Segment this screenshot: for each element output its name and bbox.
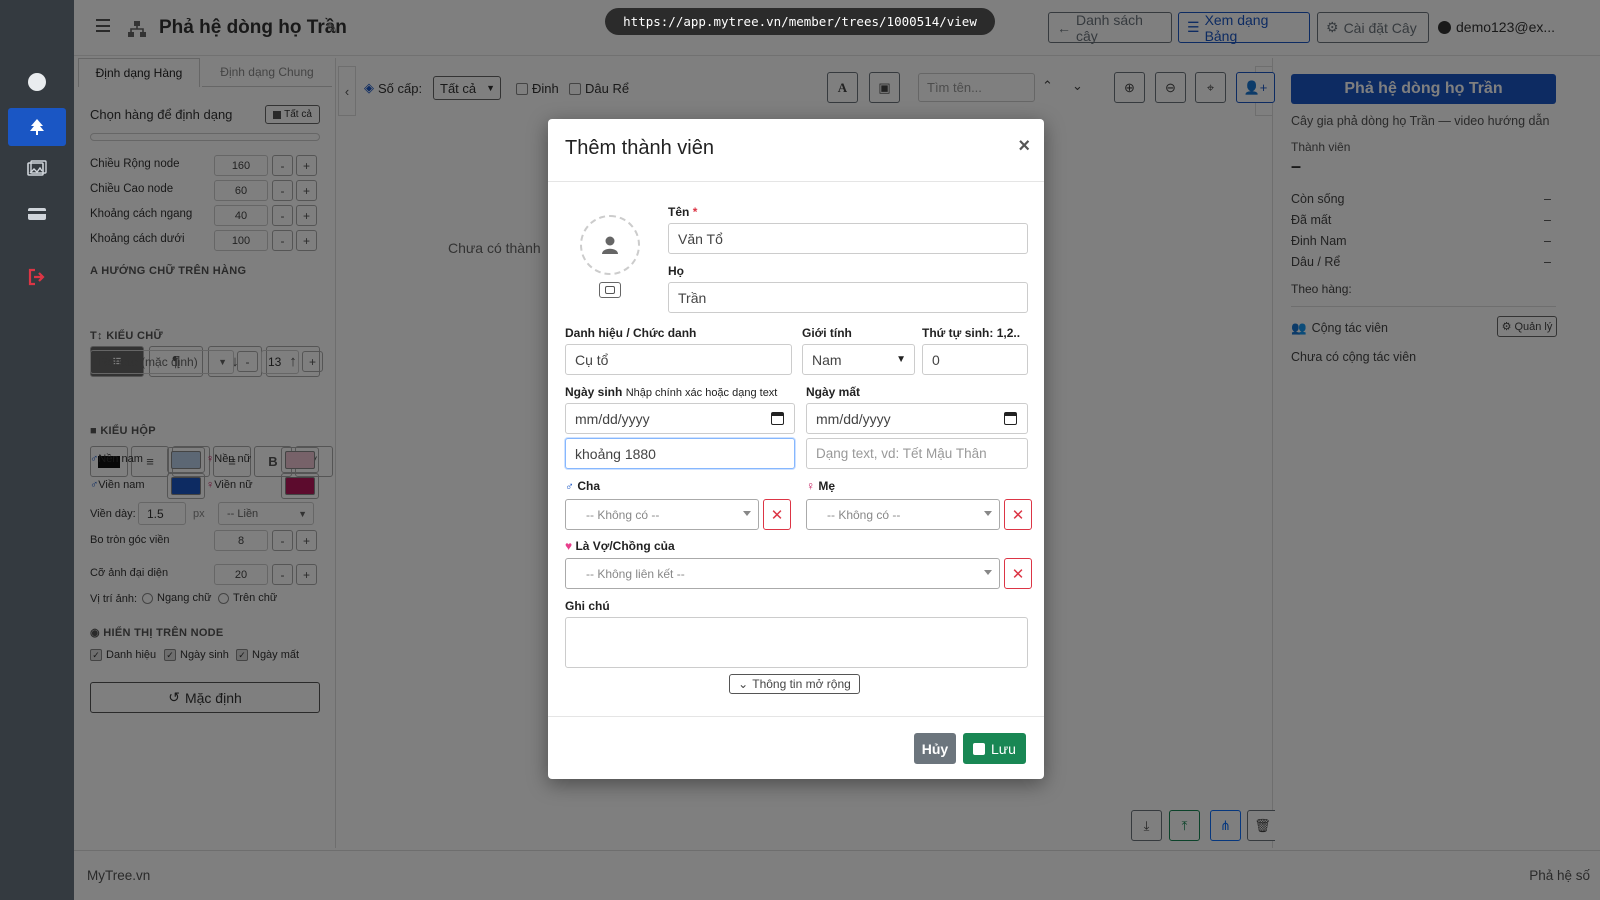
father-label: ♂ Cha [565,479,601,493]
clear-spouse-button[interactable]: ✕ [1004,558,1032,589]
last-name-label: Họ [668,264,684,278]
modal-title: Thêm thành viên [565,137,714,159]
url-bar: https://app.mytree.vn/member/trees/10005… [605,8,995,35]
death-label: Ngày mất [806,385,861,399]
modal-footer-divider [548,716,1044,717]
mother-select[interactable]: -- Không có -- [806,499,1000,530]
last-name-input[interactable]: Trần [668,282,1028,313]
order-label: Thứ tự sinh: 1,2.. [922,326,1021,340]
calendar-icon[interactable] [1004,412,1017,425]
title-input[interactable]: Cụ tổ [565,344,792,375]
first-name-input[interactable]: Văn Tổ [668,223,1028,254]
circle-icon [28,73,46,91]
order-input[interactable]: 0 [922,344,1028,375]
save-button[interactable]: Lưu [963,733,1026,764]
add-member-modal: Thêm thành viên × Tên * Văn Tổ Họ Trần D… [548,119,1044,779]
calendar-icon[interactable] [771,412,784,425]
camera-button[interactable] [599,282,621,298]
caret-icon [743,511,751,516]
notes-label: Ghi chú [565,599,610,613]
close-icon[interactable]: × [1018,135,1030,158]
mother-label: ♀ Mẹ [806,479,836,493]
images-icon [27,160,47,176]
modal-header-divider [548,181,1044,182]
death-date-input[interactable]: mm/dd/yyyy [806,403,1028,434]
birth-text-input[interactable]: khoảng 1880 [565,438,795,469]
title-label: Danh hiệu / Chức danh [565,326,697,340]
tree-icon [30,119,44,135]
sidebar [0,0,74,900]
male-icon: ♂ [565,479,574,493]
death-text-input[interactable]: Dạng text, vd: Tết Mậu Thân [806,438,1028,469]
user-icon [602,236,618,254]
gender-label: Giới tính [802,326,852,340]
father-select[interactable]: -- Không có -- [565,499,759,530]
female-icon: ♀ [806,479,815,493]
sidebar-item-billing[interactable] [8,195,66,233]
first-name-label: Tên * [668,205,698,219]
caret-icon [984,511,992,516]
expand-info-button[interactable]: ⌄ Thông tin mở rộng [729,674,860,694]
birth-date-input[interactable]: mm/dd/yyyy [565,403,795,434]
sidebar-item-trees[interactable] [8,108,66,146]
avatar-upload[interactable] [580,215,640,275]
chevron-down-icon: ▼ [896,354,906,365]
caret-icon [984,570,992,575]
heart-icon: ♥ [565,539,573,553]
spouse-select[interactable]: -- Không liên kết -- [565,558,1000,589]
sidebar-item-media[interactable] [8,150,66,188]
credit-card-icon [28,208,46,220]
spouse-label: ♥ Là Vợ/Chồng của [565,539,675,553]
sidebar-item-dashboard[interactable] [8,63,66,101]
cancel-button[interactable]: Hủy [914,733,956,764]
camera-icon [605,286,615,294]
save-icon [973,742,986,755]
notes-textarea[interactable] [565,617,1028,668]
gender-select[interactable]: Nam ▼ [802,344,915,375]
logout-icon [28,268,45,286]
birth-label: Ngày sinh Nhập chính xác hoặc dạng text [565,385,778,399]
chevron-down-icon: ⌄ [738,677,749,691]
clear-mother-button[interactable]: ✕ [1004,499,1032,530]
sidebar-item-logout[interactable] [8,258,66,296]
clear-father-button[interactable]: ✕ [763,499,791,530]
